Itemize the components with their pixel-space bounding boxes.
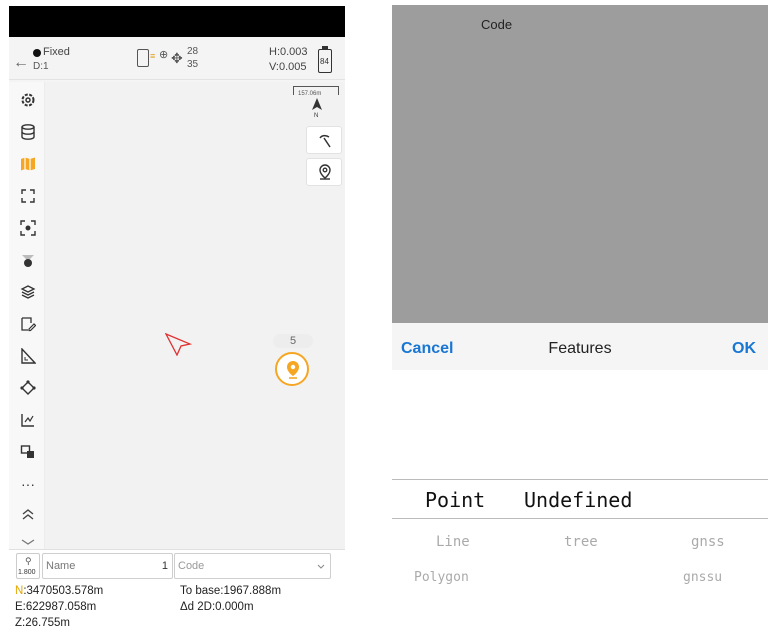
edit-note-icon[interactable] <box>18 314 38 334</box>
type-wheel-item[interactable]: Line <box>436 534 470 550</box>
code-placeholder: Code <box>178 560 205 572</box>
code-wheel-selected[interactable]: Undefined <box>524 488 632 512</box>
elevation: Z:26.755m <box>15 617 70 629</box>
map-icon[interactable] <box>18 154 38 174</box>
settings-gear-icon[interactable] <box>18 90 38 110</box>
type-wheel-item[interactable]: Polygon <box>414 570 469 585</box>
map-canvas[interactable]: 157.06m N 5 <box>45 82 345 552</box>
globe-icon: ⊕ <box>159 49 169 61</box>
area-measure-icon[interactable] <box>18 346 38 366</box>
name-placeholder: Name <box>46 560 76 572</box>
collapse-up-icon[interactable] <box>18 504 38 524</box>
antenna-height-button[interactable]: ⚲ 1.800 <box>16 553 40 579</box>
left-toolbar: ··· <box>9 82 45 552</box>
code-label: Code <box>481 17 513 32</box>
battery-level: 84 <box>320 57 329 66</box>
features-picker-screen: Code Cancel Features OK Point Undefined … <box>392 5 768 631</box>
data-link-icon: ≡ <box>150 51 156 61</box>
scale-label: 157.06m <box>298 91 322 97</box>
status-bar <box>9 6 345 37</box>
code-wheel-item[interactable]: gnss <box>691 534 725 550</box>
locate-center-icon[interactable] <box>18 218 38 238</box>
modal-backdrop[interactable]: Code <box>392 5 768 323</box>
stakeout-button[interactable] <box>306 126 342 154</box>
more-icon[interactable]: ··· <box>18 474 38 494</box>
database-icon[interactable] <box>18 122 38 142</box>
distance-to-base: To base:1967.888m <box>180 585 282 597</box>
delta-2d: Δd 2D:0.000m <box>180 601 254 613</box>
fix-dot-icon <box>33 49 41 57</box>
calculation-icon[interactable] <box>18 410 38 430</box>
copy-icon[interactable] <box>18 442 38 462</box>
satellite-icon[interactable]: ✥ <box>171 50 183 67</box>
code-wheel-item[interactable]: tree <box>564 534 598 550</box>
survey-screen: ← Fixed D:1 ≡ ⊕ ✥ 28 35 H:0.003 V:0.005 … <box>9 6 345 631</box>
differential-age: D:1 <box>33 61 49 72</box>
ok-button[interactable]: OK <box>732 340 756 358</box>
fix-status: Fixed <box>43 46 70 58</box>
northing-value: :3470503.578m <box>23 585 104 597</box>
location-pin-button[interactable] <box>306 158 342 186</box>
north-label: N <box>314 113 319 119</box>
selection-line-top <box>392 479 768 480</box>
picker-title: Features <box>548 340 612 357</box>
chevron-down-icon <box>317 564 325 569</box>
easting: E:622987.058m <box>15 601 97 613</box>
name-index: 1 <box>161 560 168 572</box>
northing: N:3470503.578m <box>15 585 103 597</box>
code-wheel-item[interactable]: gnssu <box>683 570 722 585</box>
collect-point-button[interactable] <box>275 352 309 386</box>
point-name-input[interactable]: Name 1 <box>42 553 173 579</box>
satellites-total: 35 <box>187 59 199 70</box>
code-select[interactable]: Code <box>174 553 331 579</box>
antenna-icon: ⚲ <box>25 556 32 566</box>
bottom-panel: ⚲ 1.800 Name 1 Code N:3470503.578m E:622… <box>9 549 345 631</box>
h-precision: H:0.003 <box>269 46 308 58</box>
fullscreen-icon[interactable] <box>18 186 38 206</box>
survey-point-icon[interactable] <box>18 250 38 270</box>
picker-header: Cancel Features OK <box>392 323 768 370</box>
antenna-height: 1.800 <box>18 569 36 576</box>
top-bar: ← Fixed D:1 ≡ ⊕ ✥ 28 35 H:0.003 V:0.005 … <box>9 44 345 80</box>
point-counter: 5 <box>273 334 313 348</box>
current-position-arrow-icon <box>165 332 193 356</box>
type-wheel-selected[interactable]: Point <box>425 488 485 512</box>
layers-icon[interactable] <box>18 282 38 302</box>
back-arrow-icon[interactable]: ← <box>13 54 29 72</box>
battery-icon: 84 <box>318 46 332 73</box>
polygon-tool-icon[interactable] <box>18 378 38 398</box>
selection-line-bottom <box>392 518 768 519</box>
device-icon[interactable] <box>137 49 149 67</box>
v-precision: V:0.005 <box>269 61 307 73</box>
satellites-used: 28 <box>187 46 199 57</box>
